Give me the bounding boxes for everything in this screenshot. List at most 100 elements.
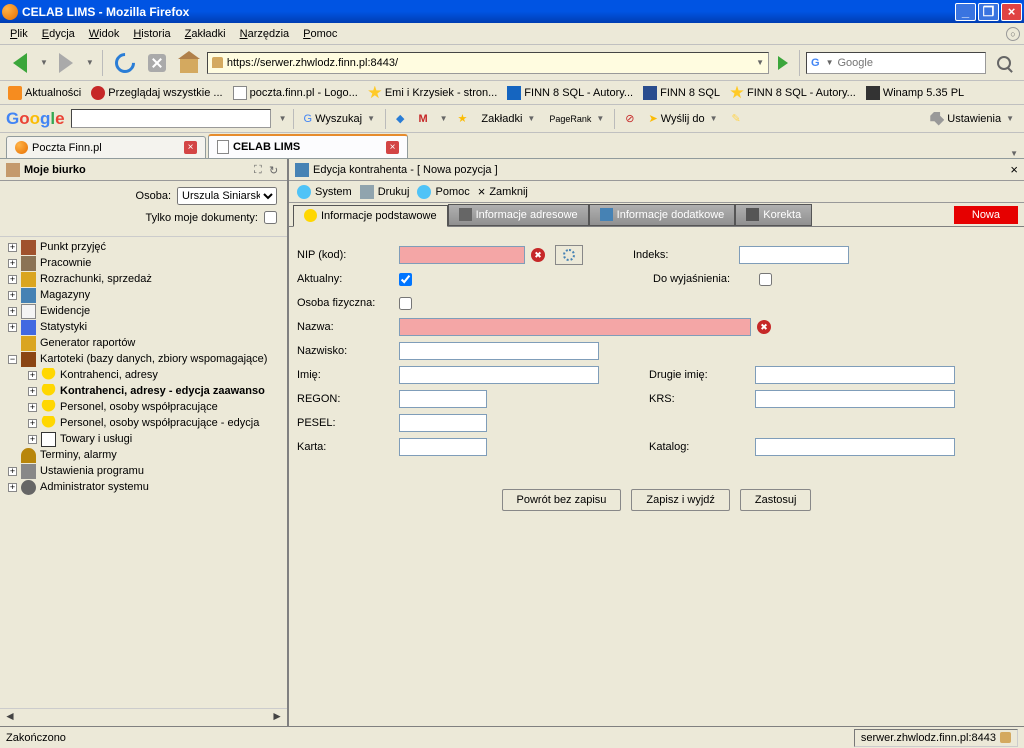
expand-icon[interactable]: + — [8, 291, 17, 300]
pagerank-meter[interactable]: PageRank▼ — [545, 114, 608, 124]
star-icon[interactable]: ★ — [454, 112, 472, 125]
form-tab[interactable]: Informacje adresowe — [448, 204, 589, 226]
tree-item[interactable]: +Kontrahenci, adresy - edycja zaawanso — [0, 383, 287, 399]
menu-plik[interactable]: Plik — [4, 26, 34, 42]
expand-icon[interactable]: + — [8, 259, 17, 268]
search-engine-dropdown-icon[interactable]: ▼ — [826, 58, 834, 67]
expand-icon[interactable]: + — [8, 483, 17, 492]
sidebar-scrollbar[interactable]: ◄► — [0, 708, 287, 726]
tree-item[interactable]: +Personel, osoby współpracujące - edycja — [0, 415, 287, 431]
google-bookmarks[interactable]: Zakładki▼ — [477, 113, 539, 125]
bookmark-item[interactable]: FINN 8 SQL - Autory... — [726, 84, 860, 102]
tree-item[interactable]: +Towary i usługi — [0, 431, 287, 447]
menu-zakladki[interactable]: Zakładki — [179, 26, 232, 42]
search-input[interactable] — [837, 57, 981, 69]
google-logo[interactable]: Google — [6, 109, 65, 129]
highlight-icon[interactable]: ✎ — [728, 112, 745, 125]
apply-button[interactable]: Zastosuj — [740, 489, 812, 511]
toolbar-pomoc[interactable]: Pomoc — [417, 185, 469, 199]
form-tab[interactable]: Informacje dodatkowe — [589, 204, 736, 226]
nazwisko-input[interactable] — [399, 342, 599, 360]
toolbar-drukuj[interactable]: Drukuj — [360, 185, 410, 199]
tree-item[interactable]: +Pracownie — [0, 255, 287, 271]
menu-pomoc[interactable]: Pomoc — [297, 26, 343, 42]
karta-input[interactable] — [399, 438, 487, 456]
osobafiz-checkbox[interactable] — [399, 297, 412, 310]
back-dropdown-icon[interactable]: ▼ — [40, 58, 48, 67]
tab-close-icon[interactable]: × — [184, 141, 197, 154]
bookmark-item[interactable]: Emi i Krzysiek - stron... — [364, 84, 501, 102]
tree-item[interactable]: +Administrator systemu — [0, 479, 287, 495]
osoba-select[interactable]: Urszula Siniarska — [177, 187, 277, 205]
url-input[interactable] — [227, 57, 754, 69]
bookmark-item[interactable]: Przeglądaj wszystkie ... — [87, 84, 226, 102]
gtb-news-icon[interactable]: ◆ — [392, 112, 408, 125]
krs-input[interactable] — [755, 390, 955, 408]
tree-item[interactable]: −Kartoteki (bazy danych, zbiory wspomaga… — [0, 351, 287, 367]
bookmark-item[interactable]: poczta.finn.pl - Logo... — [229, 84, 362, 102]
expand-icon[interactable]: + — [8, 467, 17, 476]
search-box[interactable]: G▼ — [806, 52, 986, 74]
expand-icon[interactable]: + — [8, 275, 17, 284]
regon-input[interactable] — [399, 390, 487, 408]
google-search-input[interactable] — [71, 109, 271, 128]
new-button[interactable]: Nowa — [954, 206, 1018, 224]
back-button[interactable] — [6, 49, 34, 77]
tree-item[interactable]: Generator raportów — [0, 335, 287, 351]
tree-item[interactable]: +Personel, osoby współpracujące — [0, 399, 287, 415]
tree-item[interactable]: +Magazyny — [0, 287, 287, 303]
lookup-button[interactable] — [555, 245, 583, 265]
dowyj-checkbox[interactable] — [759, 273, 772, 286]
sidebar-tool-icon[interactable]: ⛶ — [254, 164, 266, 176]
expand-icon[interactable]: + — [8, 243, 17, 252]
nip-input[interactable] — [399, 246, 525, 264]
save-exit-button[interactable]: Zapisz i wyjdź — [631, 489, 729, 511]
imie-input[interactable] — [399, 366, 599, 384]
indeks-input[interactable] — [739, 246, 849, 264]
restore-button[interactable]: ❐ — [978, 3, 999, 21]
url-bar[interactable]: ▼ — [207, 52, 769, 74]
google-send-to[interactable]: ➤Wyślij do▼ — [644, 112, 721, 125]
bookmark-item[interactable]: Aktualności — [4, 84, 85, 102]
google-search-button[interactable]: GWyszukaj▼ — [300, 113, 379, 125]
stop-button[interactable] — [143, 49, 171, 77]
expand-icon[interactable]: + — [8, 307, 17, 316]
tree-item[interactable]: +Punkt przyjęć — [0, 239, 287, 255]
form-tab[interactable]: Korekta — [735, 204, 812, 226]
tree-item[interactable]: +Statystyki — [0, 319, 287, 335]
form-tab[interactable]: Informacje podstawowe — [293, 205, 448, 227]
bookmark-item[interactable]: Winamp 5.35 PL — [862, 84, 968, 102]
nazwa-input[interactable] — [399, 318, 751, 336]
close-window-button[interactable]: × — [1001, 3, 1022, 21]
menu-widok[interactable]: Widok — [83, 26, 126, 42]
expand-icon[interactable]: + — [8, 323, 17, 332]
expand-icon[interactable]: + — [28, 371, 37, 380]
expand-icon[interactable]: + — [28, 435, 37, 444]
pesel-input[interactable] — [399, 414, 487, 432]
forward-dropdown-icon[interactable]: ▼ — [86, 58, 94, 67]
menu-narzedzia[interactable]: Narzędzia — [234, 26, 296, 42]
google-settings[interactable]: Ustawienia▼ — [926, 112, 1018, 126]
menu-edycja[interactable]: Edycja — [36, 26, 81, 42]
bookmark-item[interactable]: FINN 8 SQL - Autory... — [503, 84, 637, 102]
go-button[interactable] — [773, 53, 793, 73]
gtb-gmail-icon[interactable]: M — [414, 113, 431, 125]
block-icon[interactable]: ⊘ — [621, 112, 638, 125]
tab-poczta[interactable]: Poczta Finn.pl × — [6, 136, 206, 158]
cancel-button[interactable]: Powrót bez zapisu — [502, 489, 622, 511]
expand-icon[interactable]: + — [28, 419, 37, 428]
tree-item[interactable]: Terminy, alarmy — [0, 447, 287, 463]
gsearch-dropdown-icon[interactable]: ▼ — [279, 114, 287, 123]
tabs-dropdown-icon[interactable]: ▼ — [1010, 149, 1018, 158]
aktualny-checkbox[interactable] — [399, 273, 412, 286]
bookmark-item[interactable]: FINN 8 SQL — [639, 84, 724, 102]
tree-item[interactable]: +Ewidencje — [0, 303, 287, 319]
expand-icon[interactable]: + — [28, 387, 37, 396]
mydocs-checkbox[interactable] — [264, 211, 277, 224]
menu-historia[interactable]: Historia — [127, 26, 176, 42]
tree-item[interactable]: +Rozrachunki, sprzedaż — [0, 271, 287, 287]
minimize-button[interactable]: _ — [955, 3, 976, 21]
toolbar-system[interactable]: System — [297, 185, 352, 199]
tab-celab[interactable]: CELAB LIMS × — [208, 134, 408, 158]
search-go-button[interactable] — [990, 49, 1018, 77]
